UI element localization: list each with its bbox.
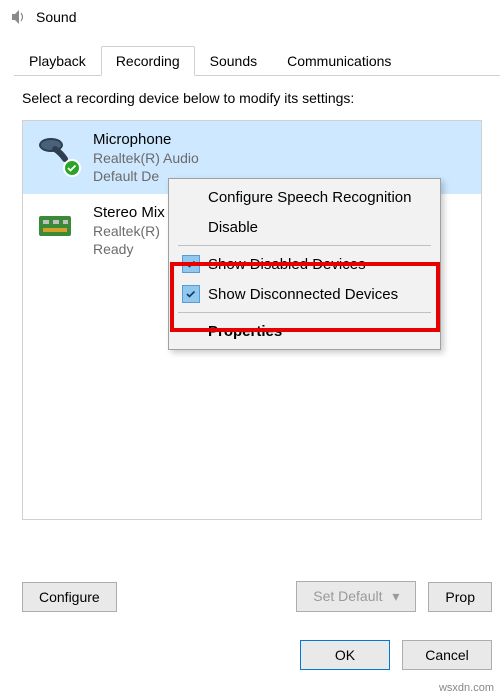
cancel-button[interactable]: Cancel <box>402 640 492 670</box>
watermark: wsxdn.com <box>439 682 494 694</box>
window-title: Sound <box>36 9 76 25</box>
configure-button[interactable]: Configure <box>22 582 117 612</box>
menu-properties[interactable]: Properties <box>172 316 437 346</box>
speaker-icon <box>10 8 28 26</box>
menu-separator <box>178 312 431 313</box>
microphone-icon <box>35 131 79 175</box>
device-driver: Realtek(R) <box>93 223 165 239</box>
tab-strip: Playback Recording Sounds Communications <box>14 46 500 76</box>
device-info: Stereo Mix Realtek(R) Ready <box>93 204 165 257</box>
device-driver: Realtek(R) Audio <box>93 150 199 166</box>
bottom-button-row: Configure Set Default ▾ Prop <box>22 581 492 612</box>
menu-show-disconnected[interactable]: Show Disconnected Devices <box>172 279 437 309</box>
menu-label: Show Disconnected Devices <box>208 286 398 303</box>
tab-sounds[interactable]: Sounds <box>195 46 272 75</box>
menu-label: Configure Speech Recognition <box>208 189 411 206</box>
properties-button[interactable]: Prop <box>428 582 492 612</box>
menu-disable[interactable]: Disable <box>172 212 437 242</box>
device-info: Microphone Realtek(R) Audio Default De <box>93 131 199 184</box>
device-name: Stereo Mix <box>93 204 165 221</box>
dialog-button-row: OK Cancel <box>300 640 492 670</box>
device-name: Microphone <box>93 131 199 148</box>
instruction-text: Select a recording device below to modif… <box>22 90 500 106</box>
set-default-button[interactable]: Set Default ▾ <box>296 581 416 612</box>
menu-label: Disable <box>208 219 258 236</box>
tab-communications[interactable]: Communications <box>272 46 406 75</box>
checkmark-icon <box>182 285 200 303</box>
menu-separator <box>178 245 431 246</box>
titlebar: Sound <box>0 0 500 34</box>
tab-recording[interactable]: Recording <box>101 46 195 76</box>
sound-window: Sound Playback Recording Sounds Communic… <box>0 0 500 700</box>
menu-configure-speech[interactable]: Configure Speech Recognition <box>172 182 437 212</box>
blank-icon <box>182 218 200 236</box>
blank-icon <box>182 322 200 340</box>
menu-show-disabled[interactable]: Show Disabled Devices <box>172 249 437 279</box>
button-label: Set Default <box>313 588 382 604</box>
soundcard-icon <box>35 204 79 248</box>
menu-label: Properties <box>208 323 282 340</box>
menu-label: Show Disabled Devices <box>208 256 366 273</box>
device-status: Ready <box>93 241 165 257</box>
default-check-badge <box>63 159 81 177</box>
context-menu: Configure Speech Recognition Disable Sho… <box>168 178 441 350</box>
ok-button[interactable]: OK <box>300 640 390 670</box>
tab-playback[interactable]: Playback <box>14 46 101 75</box>
checkmark-icon <box>182 255 200 273</box>
chevron-down-icon: ▾ <box>392 588 399 604</box>
blank-icon <box>182 188 200 206</box>
